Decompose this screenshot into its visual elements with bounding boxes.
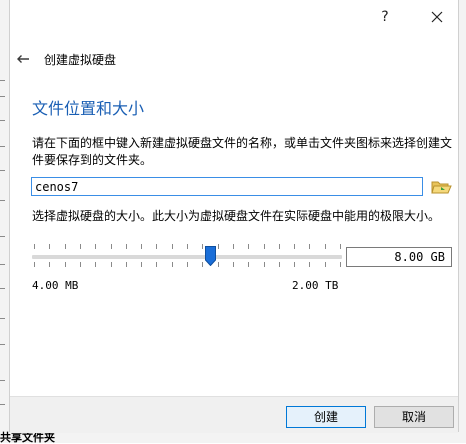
choose-folder-button[interactable] (430, 177, 452, 197)
wizard-title: 创建虚拟硬盘 (44, 53, 117, 67)
slider-min-label: 4.00 MB (32, 279, 79, 292)
section-heading: 文件位置和大小 (32, 99, 145, 118)
slider-track (32, 255, 342, 259)
background-bottom-text: 共享文件夹 (0, 431, 55, 444)
slider-bottom-ticks (34, 262, 341, 267)
create-virtual-disk-dialog: ? 创建虚拟硬盘 文件位置和大小 请在下面的框中键入新建虚拟硬盘文件的名称，或单… (9, 0, 460, 433)
folder-open-icon (431, 181, 452, 194)
disk-size-slider[interactable] (32, 244, 342, 272)
dialog-button-bar: 创建 取消 (10, 396, 458, 433)
help-button[interactable]: ? (372, 6, 398, 28)
background-window-right-edge (459, 0, 466, 443)
file-location-input[interactable] (31, 177, 423, 196)
slider-top-ticks (34, 244, 341, 249)
disk-size-field[interactable] (346, 247, 452, 267)
close-icon (431, 11, 443, 23)
slider-handle[interactable] (205, 246, 216, 266)
size-description: 选择虚拟硬盘的大小。此大小为虚拟硬盘文件在实际硬盘中能用的极限大小。 (32, 209, 441, 223)
create-button[interactable]: 创建 (286, 406, 366, 428)
back-button[interactable] (12, 50, 34, 68)
slider-max-label: 2.00 TB (292, 279, 339, 292)
close-button[interactable] (424, 6, 450, 28)
location-description: 请在下面的框中键入新建虚拟硬盘文件的名称，或单击文件夹图标来选择创建文件要保存到… (32, 136, 453, 167)
cancel-button[interactable]: 取消 (374, 406, 454, 428)
dialog-titlebar: ? (10, 0, 460, 34)
arrow-left-icon (17, 55, 29, 63)
background-window-bottom-edge (0, 432, 466, 443)
background-window-left-edge (0, 0, 9, 443)
